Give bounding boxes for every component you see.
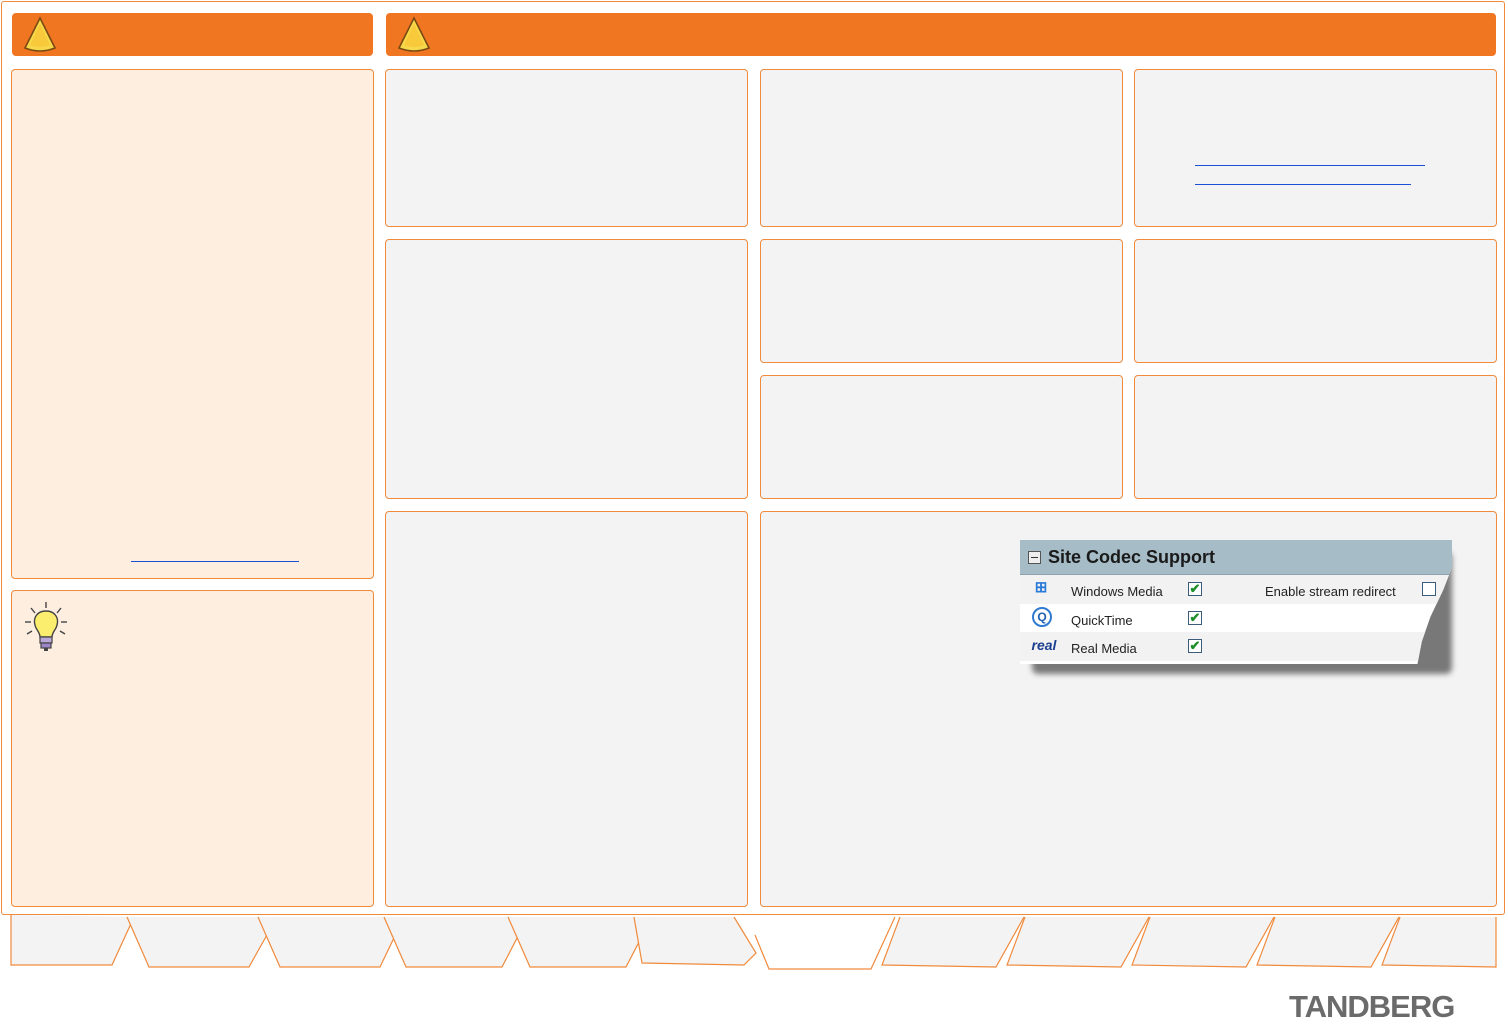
windows-media-icon: ⊞ xyxy=(1034,579,1048,596)
left-header-bar xyxy=(12,13,373,56)
warning-cone-icon xyxy=(397,16,431,52)
content-panel-7 xyxy=(760,375,1123,499)
quicktime-icon: Q xyxy=(1032,606,1052,627)
content-panel-3 xyxy=(1134,69,1497,227)
stream-redirect-label: Enable stream redirect xyxy=(1265,584,1396,599)
site-codec-support-widget: Site Codec Support ⊞ Windows Media ✔ Ena… xyxy=(1020,540,1452,664)
panel-3-link-1[interactable] xyxy=(1195,165,1425,166)
tandberg-logo: TANDBERG xyxy=(1289,989,1455,1024)
content-panel-2 xyxy=(760,69,1123,227)
content-panel-4 xyxy=(385,239,748,499)
widget-title: Site Codec Support xyxy=(1048,546,1216,567)
real-media-icon: real xyxy=(1031,637,1057,653)
windows-media-checkbox[interactable]: ✔ xyxy=(1188,582,1202,596)
codec-row-windows-media: ⊞ Windows Media ✔ Enable stream redirect xyxy=(1020,575,1452,604)
widget-title-bar: Site Codec Support xyxy=(1020,540,1452,575)
codec-row-quicktime: Q QuickTime ✔ xyxy=(1020,604,1452,633)
lightbulb-icon xyxy=(25,602,67,651)
left-panel-link[interactable] xyxy=(131,561,299,562)
panel-3-link-2[interactable] xyxy=(1195,184,1411,185)
nav-tab-12[interactable] xyxy=(1380,915,1498,969)
left-info-panel xyxy=(11,69,374,579)
nav-tab-1[interactable] xyxy=(10,915,140,969)
codec-label: Real Media xyxy=(1071,641,1137,656)
nav-tab-6[interactable] xyxy=(633,915,759,969)
content-panel-5 xyxy=(760,239,1123,363)
right-header-bar xyxy=(386,13,1496,56)
quicktime-checkbox[interactable]: ✔ xyxy=(1188,610,1202,625)
content-panel-8 xyxy=(1134,375,1497,499)
content-panel-6 xyxy=(1134,239,1497,363)
real-media-checkbox[interactable]: ✔ xyxy=(1188,639,1202,653)
warning-cone-icon xyxy=(23,16,57,52)
codec-label: Windows Media xyxy=(1071,584,1163,599)
stream-redirect-checkbox[interactable] xyxy=(1422,582,1436,596)
codec-row-real-media: real Real Media ✔ xyxy=(1020,632,1452,661)
content-panel-1 xyxy=(385,69,748,227)
collapse-icon[interactable] xyxy=(1028,550,1041,564)
codec-label: QuickTime xyxy=(1071,612,1133,628)
content-panel-9 xyxy=(385,511,748,907)
